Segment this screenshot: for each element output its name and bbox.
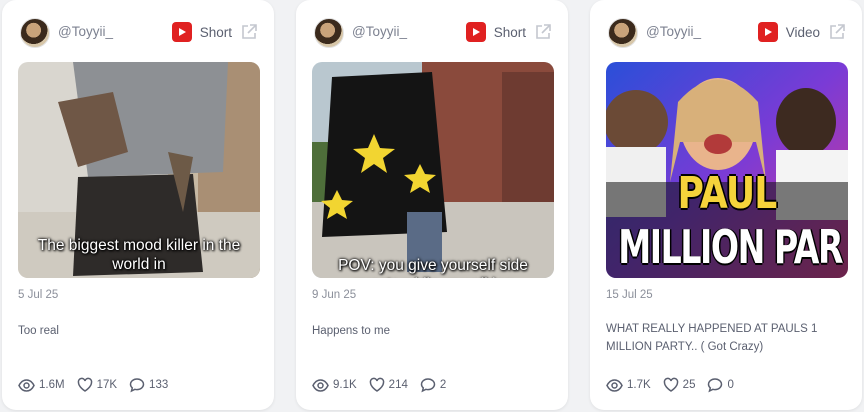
likes-count: 17K [96,379,118,391]
likes-stat: 17K [77,377,117,393]
youtube-icon [757,22,778,42]
views-stat: 1.7K [606,377,651,394]
post-date: 5 Jul 25 [18,289,59,301]
heart-icon [369,377,384,392]
views-count: 1.6M [39,379,65,391]
likes-count: 214 [388,379,408,391]
likes-count: 25 [682,379,696,391]
post-description: Happens to me [312,325,390,337]
post-stats: 1.7K 25 0 [606,376,746,394]
external-link-icon[interactable] [828,23,846,41]
thumbnail-title-line2: MILLION PAR [618,220,843,274]
video-thumbnail[interactable]: POV: you give yourself side quests while… [312,62,554,278]
thumbnail-caption: The biggest mood killer in the world in [37,237,241,273]
comment-icon [129,378,145,393]
post-card[interactable]: @Toyyii_ Short The biggest mood killer i… [2,0,274,410]
card-header: @Toyyii_ Video [590,14,862,50]
avatar[interactable] [314,18,344,48]
card-header: @Toyyii_ Short [296,14,568,50]
post-type-label: Short [199,24,232,40]
views-count: 1.7K [627,379,651,391]
video-thumbnail[interactable]: The biggest mood killer in the world in [18,62,260,278]
comment-icon [420,378,436,393]
post-stats: 1.6M 17K 133 [18,376,180,394]
comments-stat: 2 [420,377,446,393]
thumbnail-caption: POV: you give yourself side quests while… [338,257,528,278]
comments-stat: 0 [707,377,734,393]
external-link-icon[interactable] [534,23,552,41]
post-description: Too real [18,325,59,337]
likes-stat: 214 [369,377,408,393]
views-stat: 9.1K [312,377,357,394]
post-card[interactable]: @Toyyii_ Short POV: you give yourself si… [296,0,568,410]
post-type: Short [465,20,552,44]
youtube-icon [171,22,192,42]
video-thumbnail[interactable]: PAUL MILLION PAR [606,62,848,278]
comment-icon [708,378,723,393]
eye-icon [18,378,35,392]
comments-count: 133 [149,379,169,391]
comments-count: 0 [727,379,734,391]
comments-count: 2 [439,379,447,391]
post-description: WHAT REALLY HAPPENED AT PAULS 1 MILLION … [606,323,818,353]
post-type-label: Video [785,24,820,40]
post-stats: 9.1K 214 2 [312,376,458,394]
avatar[interactable] [608,18,638,48]
post-type: Video [757,20,846,44]
post-type-label: Short [493,24,526,40]
eye-icon [606,378,623,392]
views-count: 9.1K [333,379,357,391]
heart-icon [77,377,92,392]
external-link-icon[interactable] [240,23,258,41]
channel-handle[interactable]: @Toyyii_ [646,24,701,39]
avatar[interactable] [20,18,50,48]
card-header: @Toyyii_ Short [2,14,274,50]
heart-icon [663,377,678,392]
youtube-icon [465,22,486,42]
comments-stat: 133 [129,377,168,393]
thumbnail-title-line1: PAUL [677,168,778,219]
post-type: Short [171,20,258,44]
channel-handle[interactable]: @Toyyii_ [352,24,407,39]
eye-icon [312,378,329,392]
likes-stat: 25 [663,377,696,393]
post-date: 9 Jun 25 [312,289,357,301]
channel-handle[interactable]: @Toyyii_ [58,24,113,39]
post-card[interactable]: @Toyyii_ Video PAUL MILLION PAR 15 Jul 2… [590,0,862,410]
post-date: 15 Jul 25 [606,289,653,301]
views-stat: 1.6M [18,377,65,394]
